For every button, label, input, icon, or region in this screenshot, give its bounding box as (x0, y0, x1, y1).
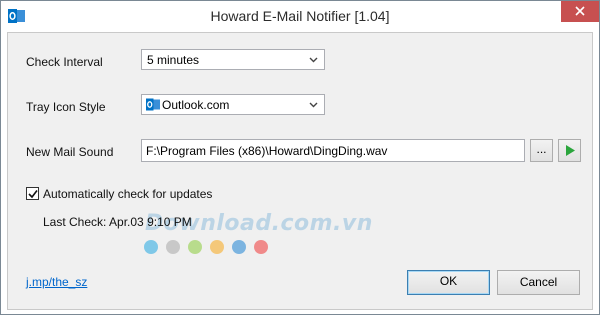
title-bar[interactable]: Howard E-Mail Notifier [1.04] (1, 1, 599, 32)
watermark-dot (210, 240, 224, 254)
auto-update-label[interactable]: Automatically check for updates (43, 187, 212, 201)
settings-panel: Check Interval 5 minutes Tray Icon Style… (7, 32, 593, 310)
tray-icon-style-label: Tray Icon Style (26, 100, 106, 114)
tray-icon-style-value: Outlook.com (162, 98, 230, 112)
cancel-button[interactable]: Cancel (497, 270, 580, 295)
new-mail-sound-label: New Mail Sound (26, 145, 114, 159)
app-window: Howard E-Mail Notifier [1.04] Check Inte… (0, 0, 600, 315)
checkmark-icon (28, 190, 38, 199)
check-interval-select[interactable]: 5 minutes (141, 49, 325, 70)
auto-update-checkbox[interactable] (26, 187, 39, 200)
website-link[interactable]: j.mp/the_sz (26, 275, 87, 289)
check-interval-value: 5 minutes (147, 53, 200, 67)
play-sound-button[interactable] (558, 139, 581, 162)
window-title: Howard E-Mail Notifier [1.04] (210, 8, 390, 24)
tray-icon-style-select[interactable]: Outlook.com (141, 94, 325, 115)
last-check-text: Last Check: Apr.03 9:10 PM (43, 215, 192, 229)
watermark-dot (144, 240, 158, 254)
watermark-dot (188, 240, 202, 254)
outlook-icon (146, 98, 160, 111)
sound-file-input[interactable]: F:\Program Files (x86)\Howard\DingDing.w… (141, 139, 525, 162)
ok-button[interactable]: OK (407, 270, 490, 295)
watermark-dot (232, 240, 246, 254)
check-interval-label: Check Interval (26, 55, 103, 69)
play-icon (566, 145, 575, 156)
close-button[interactable] (561, 1, 599, 22)
watermark-dot (166, 240, 180, 254)
close-icon (575, 6, 585, 16)
sound-file-path: F:\Program Files (x86)\Howard\DingDing.w… (146, 144, 388, 158)
watermark-dot (254, 240, 268, 254)
chevron-down-icon (309, 57, 318, 63)
chevron-down-icon (309, 102, 318, 108)
browse-button[interactable]: ... (530, 139, 553, 162)
